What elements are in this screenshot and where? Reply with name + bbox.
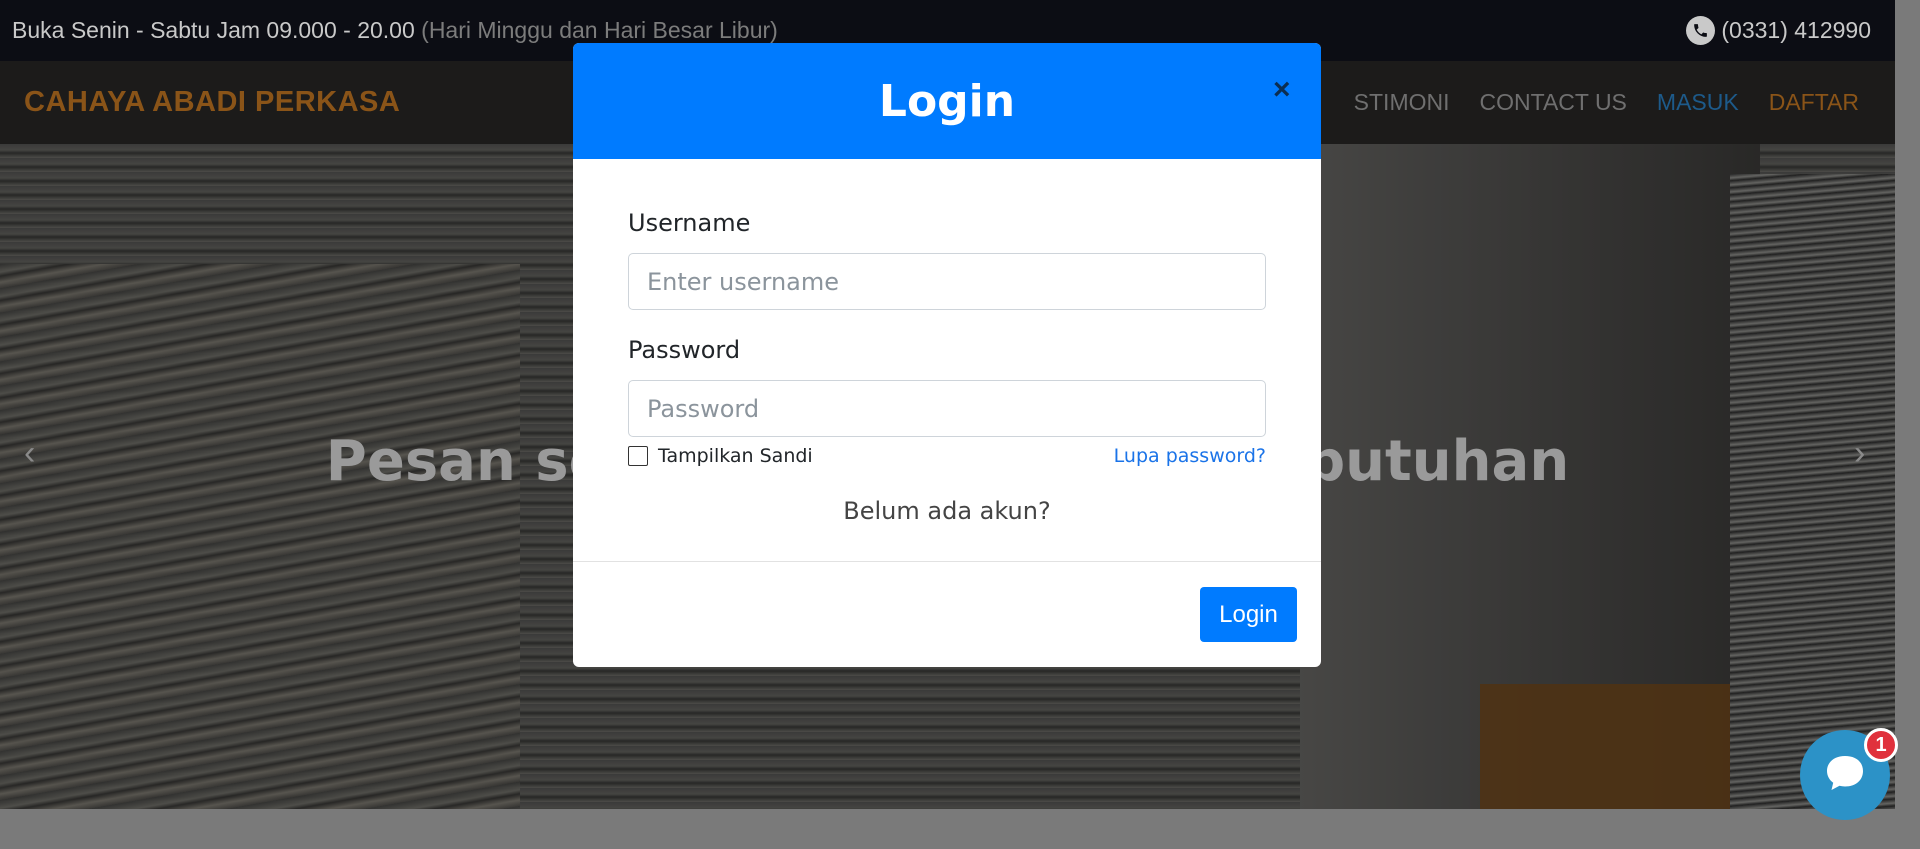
nav-item-testimoni[interactable]: STIMONI (1354, 89, 1450, 116)
chat-icon (1822, 750, 1868, 801)
opening-hours: Buka Senin - Sabtu Jam 09.000 - 20.00 (H… (12, 17, 778, 44)
username-input[interactable] (628, 253, 1266, 310)
modal-footer: Login (573, 561, 1321, 667)
modal-body: Username Password Tampilkan Sandi Lupa p… (573, 159, 1321, 525)
phone-number: (0331) 412990 (1721, 17, 1871, 43)
nav-item-contact-us[interactable]: CONTACT US (1480, 89, 1627, 116)
forgot-password-link[interactable]: Lupa password? (1114, 445, 1266, 467)
login-modal: Login × Username Password Tampilkan Sand… (573, 43, 1321, 667)
page-bottom-backdrop (0, 809, 1920, 849)
carousel-prev-icon[interactable]: ‹ (24, 434, 35, 473)
show-password-checkbox[interactable] (628, 446, 648, 466)
nav-item-daftar[interactable]: DAFTAR (1769, 89, 1859, 116)
password-input[interactable] (628, 380, 1266, 437)
show-password-label: Tampilkan Sandi (658, 445, 813, 467)
close-icon[interactable]: × (1273, 73, 1291, 107)
modal-header: Login × (573, 43, 1321, 159)
password-options-row: Tampilkan Sandi Lupa password? (628, 445, 1266, 467)
modal-title: Login (878, 75, 1016, 127)
nav-links: STIMONI CONTACT US MASUK DAFTAR (1354, 89, 1859, 116)
show-password-toggle[interactable]: Tampilkan Sandi (628, 445, 813, 467)
phone-contact[interactable]: (0331) 412990 (1686, 16, 1871, 45)
opening-hours-note: (Hari Minggu dan Hari Besar Libur) (421, 17, 778, 43)
brand-logo[interactable]: CAHAYA ABADI PERKASA (24, 86, 400, 119)
opening-hours-text: Buka Senin - Sabtu Jam 09.000 - 20.00 (12, 17, 415, 43)
password-label: Password (628, 336, 741, 364)
page-scroll-gutter (1895, 0, 1920, 849)
chat-notification-badge: 1 (1864, 728, 1898, 762)
username-label: Username (628, 209, 751, 237)
carousel-next-icon[interactable]: › (1854, 434, 1865, 473)
nav-item-masuk[interactable]: MASUK (1657, 89, 1739, 116)
phone-icon (1686, 16, 1716, 45)
login-button[interactable]: Login (1200, 587, 1297, 642)
no-account-link[interactable]: Belum ada akun? (628, 497, 1266, 525)
